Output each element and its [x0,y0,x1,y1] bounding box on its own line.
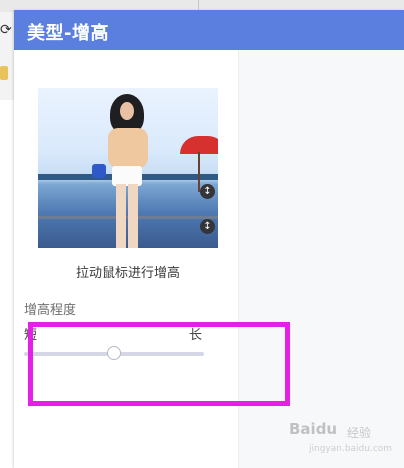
photo-umbrella-pole [198,152,200,192]
photo-person-legs [116,184,138,248]
dialog-title: 美型-增高 [27,23,109,44]
vertical-arrows-icon: ↕ [203,221,212,232]
resize-handle-bottom[interactable]: ↕ [200,219,215,234]
bookmark-icon[interactable] [0,66,8,80]
resize-handle-top[interactable]: ↕ [200,184,215,199]
reload-icon[interactable]: ⟳ [0,22,12,38]
watermark: Baidu 经验 jingyan.baidu.com [283,420,401,460]
watermark-url: jingyan.baidu.com [309,444,393,454]
photo-bag [92,164,106,178]
preview-caption: 拉动鼠标进行增高 [75,266,180,281]
photo-preview[interactable]: ↕ ↕ [38,88,218,248]
watermark-brand: Baidu [289,420,338,438]
photo-person-top [108,128,148,168]
height-degree-label: 增高程度 [24,303,77,318]
photo-person-face [120,102,134,120]
dialog-header: 美型-增高 [14,10,404,50]
photo-person-shorts [112,166,142,186]
vertical-arrows-icon: ↕ [203,186,212,197]
annotation-highlight-box [28,322,290,406]
watermark-sub: 经验 [347,426,372,440]
